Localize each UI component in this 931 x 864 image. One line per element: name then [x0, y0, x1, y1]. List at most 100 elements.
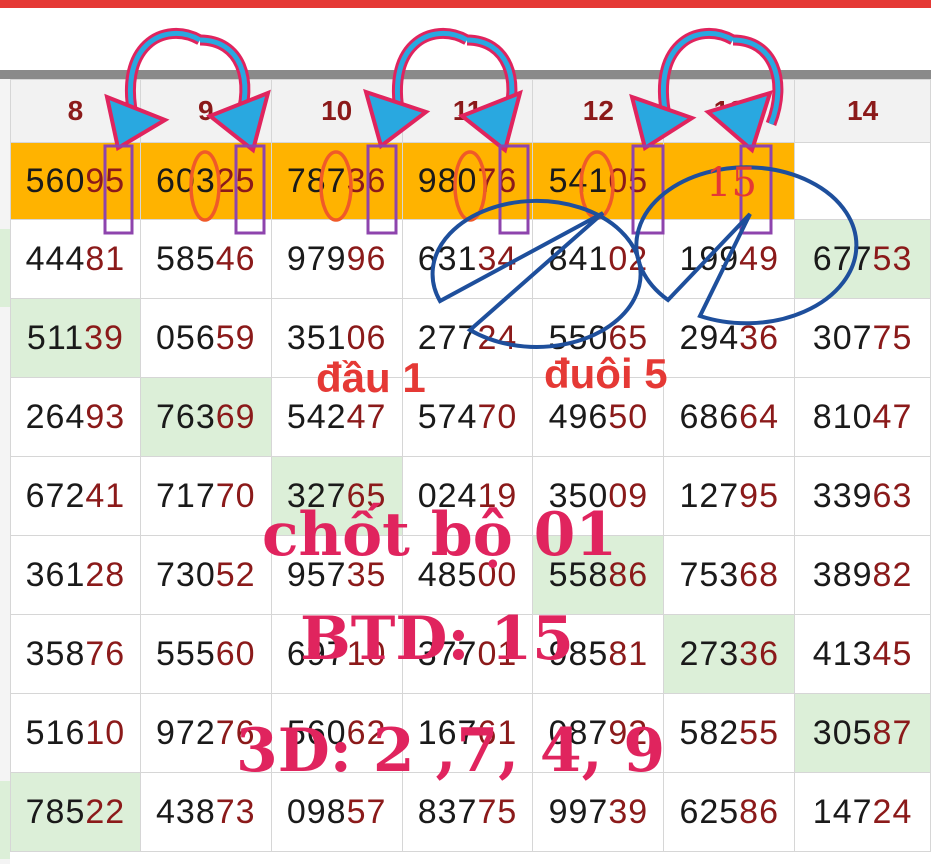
number-head: 511	[26, 318, 85, 357]
number-head: 127	[679, 476, 740, 515]
result-cell[interactable]: 60325	[139, 142, 272, 220]
result-cell[interactable]: 56095	[10, 142, 141, 220]
number-tail: 49	[739, 239, 779, 278]
number-tail: 68	[739, 555, 779, 594]
result-cell[interactable]: 68664	[663, 377, 796, 457]
result-cell[interactable]: 62586	[663, 772, 796, 852]
number-head: 730	[156, 555, 216, 594]
result-cell[interactable]: 55560	[139, 614, 272, 694]
result-cell[interactable]: 41345	[794, 614, 931, 694]
number-head: 277	[417, 318, 478, 357]
result-cell[interactable]: 67241	[10, 456, 141, 536]
result-cell[interactable]: 58546	[139, 219, 272, 299]
result-cell[interactable]: 76369	[139, 377, 272, 457]
column-header[interactable]: 11	[401, 79, 534, 143]
result-cell[interactable]: 30587	[794, 693, 931, 773]
result-cell[interactable]: 81047	[794, 377, 931, 457]
number-head: 199	[679, 239, 740, 278]
number-tail: 96	[346, 239, 387, 278]
result-cell[interactable]: 98076	[401, 142, 534, 220]
number-head: 056	[156, 318, 216, 357]
number-head: 585	[156, 239, 216, 278]
result-cell[interactable]: 29436	[663, 298, 796, 378]
number-head: 582	[679, 713, 740, 752]
number-tail: 47	[346, 397, 387, 436]
result-cell[interactable]: 30775	[794, 298, 931, 378]
result-cell[interactable]: 26493	[10, 377, 141, 457]
number-tail: 36	[739, 318, 779, 357]
number-head: 264	[25, 397, 86, 436]
result-cell[interactable]: 14724	[794, 772, 931, 852]
table-row: 44481 58546 97996 63134 84102 19949 67753	[10, 219, 931, 299]
number-head: 438	[156, 792, 216, 831]
result-cell[interactable]: 71770	[139, 456, 272, 536]
number-head: 672	[25, 476, 86, 515]
number-head: 555	[156, 634, 216, 673]
table-row: 51139 05659 35106 27724 55065 29436 30775	[10, 298, 931, 378]
column-header[interactable]: 10	[270, 79, 403, 143]
result-cell[interactable]: 05659	[139, 298, 272, 378]
number-head: 098	[286, 792, 347, 831]
number-head: 307	[812, 318, 873, 357]
result-cell[interactable]: 36128	[10, 535, 141, 615]
number-tail: 64	[739, 397, 779, 436]
number-head: 980	[417, 161, 478, 200]
number-tail: 24	[477, 318, 518, 357]
result-cell[interactable]: 54105	[532, 142, 665, 220]
column-header[interactable]: 9	[139, 79, 272, 143]
result-cell[interactable]	[794, 142, 931, 220]
result-cell[interactable]: 84102	[532, 219, 665, 299]
number-tail: 41	[85, 476, 126, 515]
number-head: 541	[548, 161, 609, 200]
result-cell[interactable]: 97996	[270, 219, 403, 299]
result-cell[interactable]: 51139	[10, 298, 141, 378]
result-cell[interactable]: 12795	[663, 456, 796, 536]
result-cell[interactable]: 51610	[10, 693, 141, 773]
number-tail: 24	[872, 792, 913, 831]
result-cell[interactable]: 75368	[663, 535, 796, 615]
result-cell[interactable]: 38982	[794, 535, 931, 615]
column-header[interactable]: 14	[794, 79, 931, 143]
number-tail: 73	[215, 792, 256, 831]
number-head: 810	[812, 397, 873, 436]
number-tail: 50	[608, 397, 649, 436]
result-cell[interactable]: 27336	[663, 614, 796, 694]
number-head: 560	[25, 161, 86, 200]
column-header[interactable]: 13	[663, 79, 796, 143]
result-cell[interactable]: 73052	[139, 535, 272, 615]
number-head: 496	[548, 397, 609, 436]
result-cell[interactable]: 78522	[10, 772, 141, 852]
column-header[interactable]: 8	[10, 79, 141, 143]
number-head: 972	[156, 713, 216, 752]
number-tail: 22	[85, 792, 126, 831]
result-cell[interactable]: 44481	[10, 219, 141, 299]
number-tail: 95	[739, 476, 779, 515]
number-head: 339	[812, 476, 873, 515]
result-cell[interactable]: 67753	[794, 219, 931, 299]
result-cell[interactable]: 33963	[794, 456, 931, 536]
duoi-label: đuôi 5	[544, 350, 668, 397]
number-tail: 70	[477, 397, 518, 436]
column-header-row: 8 9 10 11 12 13 14	[10, 79, 931, 143]
number-head: 677	[812, 239, 873, 278]
number-head: 361	[25, 555, 86, 594]
number-head: 305	[812, 713, 873, 752]
result-cell[interactable]: 58255	[663, 693, 796, 773]
table-row: 26493 76369 54247 57470 49650 68664 81047	[10, 377, 931, 457]
header-blank-area	[0, 8, 931, 72]
result-cell[interactable]: 19949	[663, 219, 796, 299]
number-tail: 36	[739, 634, 779, 673]
number-tail: 95	[85, 161, 126, 200]
column-header[interactable]: 12	[532, 79, 665, 143]
result-cell[interactable]: 63134	[401, 219, 534, 299]
btd-text: BTD: 15	[300, 604, 574, 674]
number-tail: 69	[215, 397, 256, 436]
result-cell[interactable]: 35876	[10, 614, 141, 694]
number-tail: 57	[346, 792, 387, 831]
left-column-stub	[0, 79, 10, 864]
result-cell[interactable]: 78736	[270, 142, 403, 220]
number-head: 686	[679, 397, 740, 436]
number-tail: 47	[872, 397, 913, 436]
number-tail: 70	[215, 476, 256, 515]
number-head: 147	[812, 792, 873, 831]
